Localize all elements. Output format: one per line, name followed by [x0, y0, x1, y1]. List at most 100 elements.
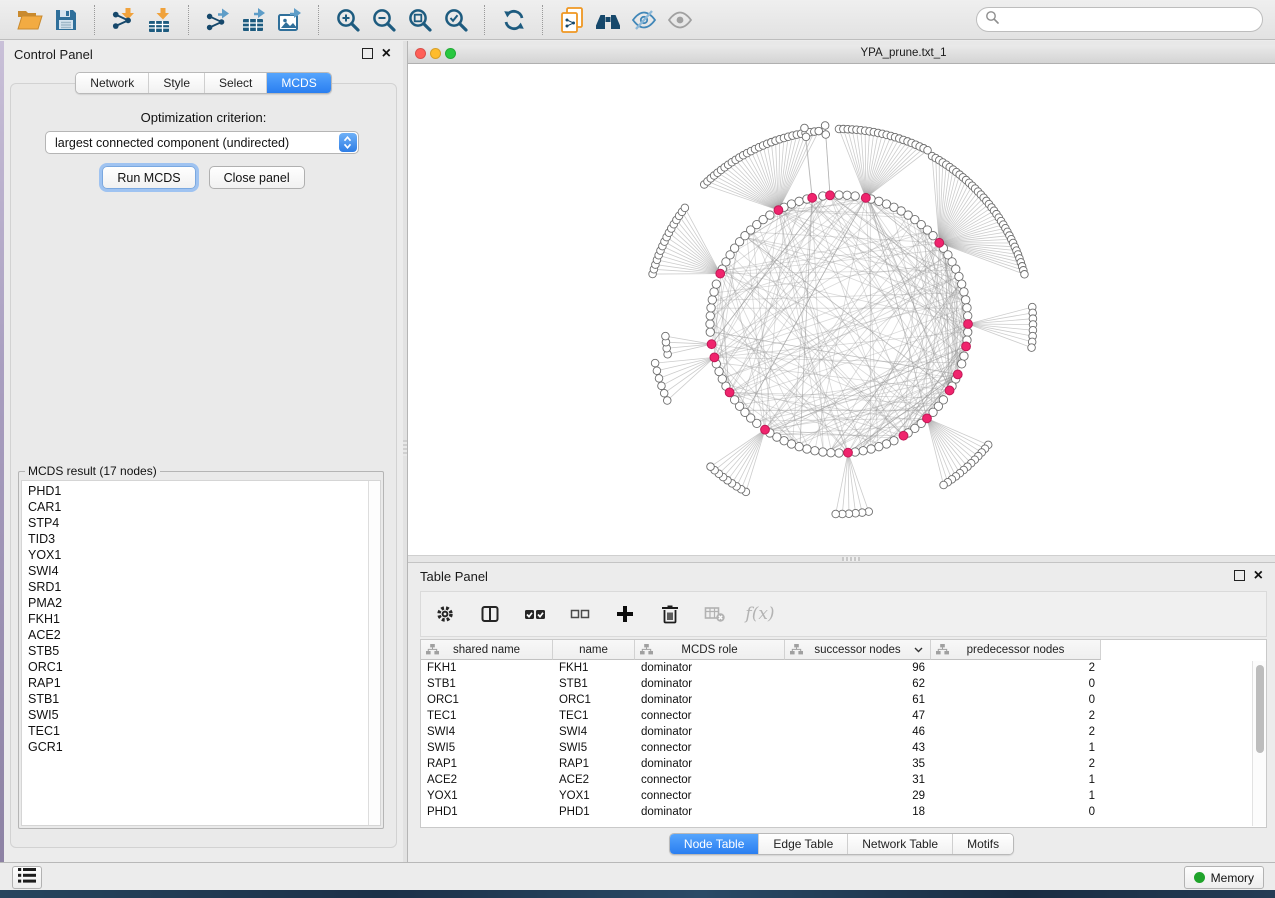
import-network-button[interactable] — [109, 5, 139, 35]
mcds-result-item[interactable]: TEC1 — [28, 723, 380, 739]
mcds-result-list[interactable]: PHD1CAR1STP4TID3YOX1SWI4SRD1PMA2FKH1ACE2… — [21, 480, 381, 826]
maximize-window-icon[interactable] — [445, 48, 456, 59]
tab-network[interactable]: Network — [76, 73, 148, 93]
mcds-result-item[interactable]: GCR1 — [28, 739, 380, 755]
tab-network-table[interactable]: Network Table — [847, 834, 952, 854]
window-traffic-lights — [415, 48, 456, 59]
task-history-button[interactable] — [12, 866, 42, 889]
mcds-list-scrollbar[interactable] — [368, 481, 380, 825]
mcds-result-item[interactable]: SWI5 — [28, 707, 380, 723]
export-network-button[interactable] — [203, 5, 233, 35]
memory-status-icon — [1194, 872, 1205, 883]
tab-node-table[interactable]: Node Table — [670, 834, 759, 854]
zoom-out-button[interactable] — [369, 5, 399, 35]
status-bar: Memory — [0, 862, 1275, 890]
float-panel-icon[interactable] — [362, 48, 373, 59]
mcds-result-item[interactable]: SWI4 — [28, 563, 380, 579]
column-layout-button[interactable] — [478, 602, 502, 626]
close-window-icon[interactable] — [415, 48, 426, 59]
create-column-button[interactable] — [613, 602, 637, 626]
deselect-all-rows-button[interactable] — [568, 602, 592, 626]
mcds-tab-content: Optimization criterion: largest connecte… — [10, 83, 397, 848]
workspace-area: YPA_prune.txt_1 Table Panel × f(x) share… — [408, 41, 1275, 862]
table-toolbar: f(x) — [420, 591, 1267, 637]
mcds-result-item[interactable]: STP4 — [28, 515, 380, 531]
criterion-dropdown-value: largest connected component (undirected) — [46, 136, 339, 150]
dropdown-stepper-icon — [339, 133, 357, 152]
column-header-predecessor-nodes[interactable]: predecessor nodes — [931, 640, 1101, 660]
delete-columns-button[interactable] — [658, 602, 682, 626]
node-table-row[interactable]: RAP1RAP1dominator352 — [421, 756, 1266, 772]
mcds-result-item[interactable]: PMA2 — [28, 595, 380, 611]
column-header-MCDS-role[interactable]: MCDS role — [635, 640, 785, 660]
tab-style[interactable]: Style — [148, 73, 204, 93]
criterion-dropdown[interactable]: largest connected component (undirected) — [45, 131, 359, 154]
export-table-button[interactable] — [239, 5, 269, 35]
close-panel-button[interactable]: Close panel — [209, 166, 305, 189]
run-mcds-button[interactable]: Run MCDS — [102, 166, 195, 189]
node-table-row[interactable]: TEC1TEC1connector472 — [421, 708, 1266, 724]
zoom-selected-button[interactable] — [441, 5, 471, 35]
delete-table-button — [703, 602, 727, 626]
zoom-in-button[interactable] — [333, 5, 363, 35]
search-box[interactable] — [976, 7, 1263, 32]
tab-motifs[interactable]: Motifs — [952, 834, 1013, 854]
mcds-result-item[interactable]: ACE2 — [28, 627, 380, 643]
settings-button[interactable] — [433, 602, 457, 626]
network-window-titlebar[interactable]: YPA_prune.txt_1 — [408, 45, 1275, 64]
new-network-from-selection-button[interactable] — [557, 5, 587, 35]
node-table-row[interactable]: STB1STB1dominator620 — [421, 676, 1266, 692]
mcds-result-item[interactable]: CAR1 — [28, 499, 380, 515]
column-header-shared-name[interactable]: shared name — [421, 640, 553, 660]
mcds-result-item[interactable]: STB5 — [28, 643, 380, 659]
open-file-button[interactable] — [15, 5, 45, 35]
control-panel-window-buttons: × — [362, 48, 391, 59]
table-scrollbar[interactable] — [1252, 661, 1266, 826]
mcds-result-item[interactable]: FKH1 — [28, 611, 380, 627]
node-table-row[interactable]: YOX1YOX1connector291 — [421, 788, 1266, 804]
network-window-title: YPA_prune.txt_1 — [470, 47, 1275, 59]
tab-edge-table[interactable]: Edge Table — [758, 834, 847, 854]
select-all-rows-button[interactable] — [523, 602, 547, 626]
node-table-row[interactable]: FKH1FKH1dominator962 — [421, 660, 1266, 676]
mcds-result-item[interactable]: SRD1 — [28, 579, 380, 595]
mcds-result-item[interactable]: STB1 — [28, 691, 380, 707]
close-panel-icon[interactable]: × — [1254, 570, 1263, 581]
hide-graphics-details-button[interactable] — [629, 5, 659, 35]
float-panel-icon[interactable] — [1234, 570, 1245, 581]
tab-select[interactable]: Select — [204, 73, 266, 93]
mcds-result-item[interactable]: YOX1 — [28, 547, 380, 563]
search-input[interactable] — [1005, 12, 1254, 28]
memory-button[interactable]: Memory — [1184, 866, 1264, 889]
node-table-body: FKH1FKH1dominator962STB1STB1dominator620… — [421, 660, 1266, 820]
close-panel-icon[interactable]: × — [382, 48, 391, 59]
refresh-layout-button[interactable] — [499, 5, 529, 35]
save-session-button[interactable] — [51, 5, 81, 35]
mcds-result-item[interactable]: TID3 — [28, 531, 380, 547]
toolbar-separator — [484, 5, 486, 35]
zoom-fit-button[interactable] — [405, 5, 435, 35]
table-panel: Table Panel × f(x) shared namenameMCDS r… — [408, 563, 1275, 862]
tab-mcds[interactable]: MCDS — [266, 73, 330, 93]
mcds-result-item[interactable]: ORC1 — [28, 659, 380, 675]
search-icon — [985, 10, 999, 29]
mcds-result-item[interactable]: RAP1 — [28, 675, 380, 691]
find-button[interactable] — [593, 5, 623, 35]
toolbar-separator — [188, 5, 190, 35]
import-table-button[interactable] — [145, 5, 175, 35]
node-table-row[interactable]: SWI4SWI4dominator462 — [421, 724, 1266, 740]
export-image-button[interactable] — [275, 5, 305, 35]
horizontal-splitter[interactable] — [408, 555, 1275, 563]
minimize-window-icon[interactable] — [430, 48, 441, 59]
table-panel-window-buttons: × — [1234, 570, 1263, 581]
node-table-row[interactable]: ORC1ORC1dominator610 — [421, 692, 1266, 708]
mcds-result-item[interactable]: PHD1 — [28, 483, 380, 499]
node-table-row[interactable]: SWI5SWI5connector431 — [421, 740, 1266, 756]
scrollbar-thumb[interactable] — [1256, 665, 1264, 753]
node-table-row[interactable]: PHD1PHD1dominator180 — [421, 804, 1266, 820]
column-header-successor-nodes[interactable]: successor nodes — [785, 640, 931, 660]
column-header-name[interactable]: name — [553, 640, 635, 660]
network-canvas[interactable] — [408, 64, 1275, 555]
show-graphics-details-button — [665, 5, 695, 35]
node-table-row[interactable]: ACE2ACE2connector311 — [421, 772, 1266, 788]
